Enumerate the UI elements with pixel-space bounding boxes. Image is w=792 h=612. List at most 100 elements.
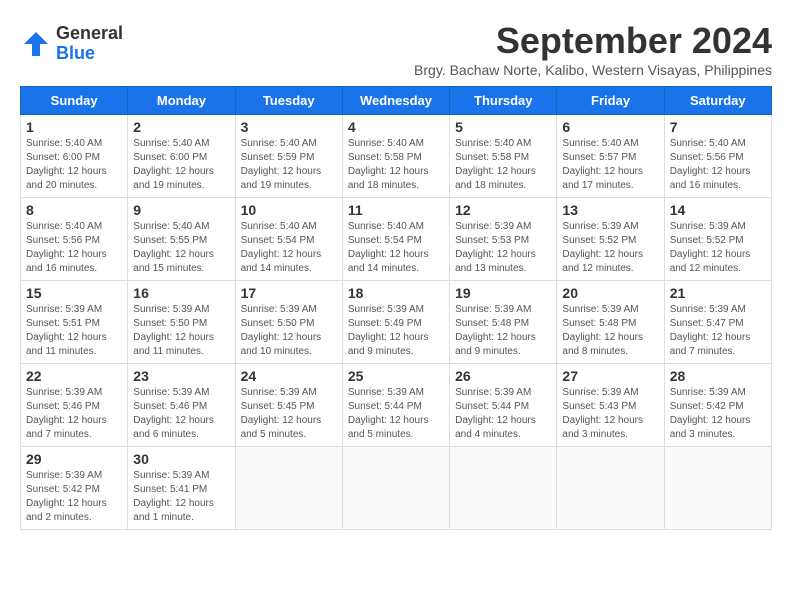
day-info: Sunrise: 5:40 AM Sunset: 5:54 PM Dayligh… bbox=[241, 220, 337, 276]
day-info: Sunrise: 5:39 AM Sunset: 5:49 PM Dayligh… bbox=[348, 303, 444, 359]
calendar-cell bbox=[342, 447, 449, 530]
header-saturday: Saturday bbox=[664, 87, 771, 115]
calendar-cell: 26 Sunrise: 5:39 AM Sunset: 5:44 PM Dayl… bbox=[450, 364, 557, 447]
day-info: Sunrise: 5:40 AM Sunset: 5:57 PM Dayligh… bbox=[562, 137, 658, 193]
day-info: Sunrise: 5:39 AM Sunset: 5:50 PM Dayligh… bbox=[241, 303, 337, 359]
logo-icon bbox=[20, 28, 52, 60]
calendar-cell: 22 Sunrise: 5:39 AM Sunset: 5:46 PM Dayl… bbox=[21, 364, 128, 447]
calendar-week-1: 1 Sunrise: 5:40 AM Sunset: 6:00 PM Dayli… bbox=[21, 115, 772, 198]
header-wednesday: Wednesday bbox=[342, 87, 449, 115]
day-info: Sunrise: 5:40 AM Sunset: 5:54 PM Dayligh… bbox=[348, 220, 444, 276]
day-number: 22 bbox=[26, 368, 122, 384]
header-monday: Monday bbox=[128, 87, 235, 115]
calendar-week-5: 29 Sunrise: 5:39 AM Sunset: 5:42 PM Dayl… bbox=[21, 447, 772, 530]
calendar-cell: 29 Sunrise: 5:39 AM Sunset: 5:42 PM Dayl… bbox=[21, 447, 128, 530]
day-number: 2 bbox=[133, 119, 229, 135]
day-info: Sunrise: 5:40 AM Sunset: 6:00 PM Dayligh… bbox=[26, 137, 122, 193]
day-info: Sunrise: 5:39 AM Sunset: 5:41 PM Dayligh… bbox=[133, 469, 229, 525]
logo-blue: Blue bbox=[56, 44, 123, 64]
day-number: 7 bbox=[670, 119, 766, 135]
day-number: 23 bbox=[133, 368, 229, 384]
month-title: September 2024 bbox=[414, 20, 772, 62]
calendar-cell: 27 Sunrise: 5:39 AM Sunset: 5:43 PM Dayl… bbox=[557, 364, 664, 447]
day-info: Sunrise: 5:39 AM Sunset: 5:45 PM Dayligh… bbox=[241, 386, 337, 442]
calendar-cell: 2 Sunrise: 5:40 AM Sunset: 6:00 PM Dayli… bbox=[128, 115, 235, 198]
calendar-cell: 10 Sunrise: 5:40 AM Sunset: 5:54 PM Dayl… bbox=[235, 198, 342, 281]
day-info: Sunrise: 5:39 AM Sunset: 5:46 PM Dayligh… bbox=[133, 386, 229, 442]
day-number: 24 bbox=[241, 368, 337, 384]
calendar-cell: 5 Sunrise: 5:40 AM Sunset: 5:58 PM Dayli… bbox=[450, 115, 557, 198]
day-number: 15 bbox=[26, 285, 122, 301]
day-number: 11 bbox=[348, 202, 444, 218]
day-info: Sunrise: 5:40 AM Sunset: 5:58 PM Dayligh… bbox=[455, 137, 551, 193]
day-number: 9 bbox=[133, 202, 229, 218]
day-number: 27 bbox=[562, 368, 658, 384]
calendar-cell: 18 Sunrise: 5:39 AM Sunset: 5:49 PM Dayl… bbox=[342, 281, 449, 364]
day-info: Sunrise: 5:39 AM Sunset: 5:43 PM Dayligh… bbox=[562, 386, 658, 442]
day-info: Sunrise: 5:40 AM Sunset: 5:55 PM Dayligh… bbox=[133, 220, 229, 276]
day-number: 4 bbox=[348, 119, 444, 135]
header-tuesday: Tuesday bbox=[235, 87, 342, 115]
day-number: 20 bbox=[562, 285, 658, 301]
day-number: 5 bbox=[455, 119, 551, 135]
day-info: Sunrise: 5:39 AM Sunset: 5:50 PM Dayligh… bbox=[133, 303, 229, 359]
day-number: 30 bbox=[133, 451, 229, 467]
calendar-week-3: 15 Sunrise: 5:39 AM Sunset: 5:51 PM Dayl… bbox=[21, 281, 772, 364]
day-info: Sunrise: 5:40 AM Sunset: 5:59 PM Dayligh… bbox=[241, 137, 337, 193]
calendar-cell: 13 Sunrise: 5:39 AM Sunset: 5:52 PM Dayl… bbox=[557, 198, 664, 281]
calendar-cell bbox=[557, 447, 664, 530]
day-number: 25 bbox=[348, 368, 444, 384]
calendar-week-2: 8 Sunrise: 5:40 AM Sunset: 5:56 PM Dayli… bbox=[21, 198, 772, 281]
calendar-header-row: SundayMondayTuesdayWednesdayThursdayFrid… bbox=[21, 87, 772, 115]
calendar-cell: 14 Sunrise: 5:39 AM Sunset: 5:52 PM Dayl… bbox=[664, 198, 771, 281]
header-sunday: Sunday bbox=[21, 87, 128, 115]
calendar-cell: 6 Sunrise: 5:40 AM Sunset: 5:57 PM Dayli… bbox=[557, 115, 664, 198]
title-area: September 2024 Brgy. Bachaw Norte, Kalib… bbox=[414, 20, 772, 78]
day-info: Sunrise: 5:40 AM Sunset: 6:00 PM Dayligh… bbox=[133, 137, 229, 193]
day-number: 13 bbox=[562, 202, 658, 218]
day-number: 19 bbox=[455, 285, 551, 301]
calendar-cell: 15 Sunrise: 5:39 AM Sunset: 5:51 PM Dayl… bbox=[21, 281, 128, 364]
day-info: Sunrise: 5:39 AM Sunset: 5:42 PM Dayligh… bbox=[26, 469, 122, 525]
day-info: Sunrise: 5:39 AM Sunset: 5:51 PM Dayligh… bbox=[26, 303, 122, 359]
calendar-cell: 23 Sunrise: 5:39 AM Sunset: 5:46 PM Dayl… bbox=[128, 364, 235, 447]
calendar: SundayMondayTuesdayWednesdayThursdayFrid… bbox=[20, 86, 772, 530]
calendar-cell: 1 Sunrise: 5:40 AM Sunset: 6:00 PM Dayli… bbox=[21, 115, 128, 198]
day-number: 28 bbox=[670, 368, 766, 384]
calendar-cell: 11 Sunrise: 5:40 AM Sunset: 5:54 PM Dayl… bbox=[342, 198, 449, 281]
calendar-week-4: 22 Sunrise: 5:39 AM Sunset: 5:46 PM Dayl… bbox=[21, 364, 772, 447]
day-info: Sunrise: 5:39 AM Sunset: 5:52 PM Dayligh… bbox=[562, 220, 658, 276]
day-number: 14 bbox=[670, 202, 766, 218]
logo: General Blue bbox=[20, 24, 123, 64]
day-info: Sunrise: 5:40 AM Sunset: 5:58 PM Dayligh… bbox=[348, 137, 444, 193]
header-friday: Friday bbox=[557, 87, 664, 115]
day-info: Sunrise: 5:39 AM Sunset: 5:46 PM Dayligh… bbox=[26, 386, 122, 442]
day-number: 21 bbox=[670, 285, 766, 301]
calendar-cell bbox=[664, 447, 771, 530]
day-info: Sunrise: 5:39 AM Sunset: 5:42 PM Dayligh… bbox=[670, 386, 766, 442]
calendar-cell bbox=[235, 447, 342, 530]
calendar-cell: 17 Sunrise: 5:39 AM Sunset: 5:50 PM Dayl… bbox=[235, 281, 342, 364]
day-number: 3 bbox=[241, 119, 337, 135]
day-number: 16 bbox=[133, 285, 229, 301]
day-number: 10 bbox=[241, 202, 337, 218]
day-number: 26 bbox=[455, 368, 551, 384]
calendar-cell: 16 Sunrise: 5:39 AM Sunset: 5:50 PM Dayl… bbox=[128, 281, 235, 364]
day-number: 18 bbox=[348, 285, 444, 301]
day-info: Sunrise: 5:39 AM Sunset: 5:44 PM Dayligh… bbox=[455, 386, 551, 442]
day-number: 17 bbox=[241, 285, 337, 301]
calendar-cell: 7 Sunrise: 5:40 AM Sunset: 5:56 PM Dayli… bbox=[664, 115, 771, 198]
calendar-cell: 12 Sunrise: 5:39 AM Sunset: 5:53 PM Dayl… bbox=[450, 198, 557, 281]
subtitle: Brgy. Bachaw Norte, Kalibo, Western Visa… bbox=[414, 62, 772, 78]
calendar-cell: 20 Sunrise: 5:39 AM Sunset: 5:48 PM Dayl… bbox=[557, 281, 664, 364]
day-number: 29 bbox=[26, 451, 122, 467]
logo-general: General bbox=[56, 24, 123, 44]
calendar-cell: 28 Sunrise: 5:39 AM Sunset: 5:42 PM Dayl… bbox=[664, 364, 771, 447]
header-thursday: Thursday bbox=[450, 87, 557, 115]
calendar-cell: 19 Sunrise: 5:39 AM Sunset: 5:48 PM Dayl… bbox=[450, 281, 557, 364]
day-number: 6 bbox=[562, 119, 658, 135]
calendar-cell: 8 Sunrise: 5:40 AM Sunset: 5:56 PM Dayli… bbox=[21, 198, 128, 281]
day-info: Sunrise: 5:40 AM Sunset: 5:56 PM Dayligh… bbox=[26, 220, 122, 276]
calendar-cell: 25 Sunrise: 5:39 AM Sunset: 5:44 PM Dayl… bbox=[342, 364, 449, 447]
logo-text: General Blue bbox=[56, 24, 123, 64]
